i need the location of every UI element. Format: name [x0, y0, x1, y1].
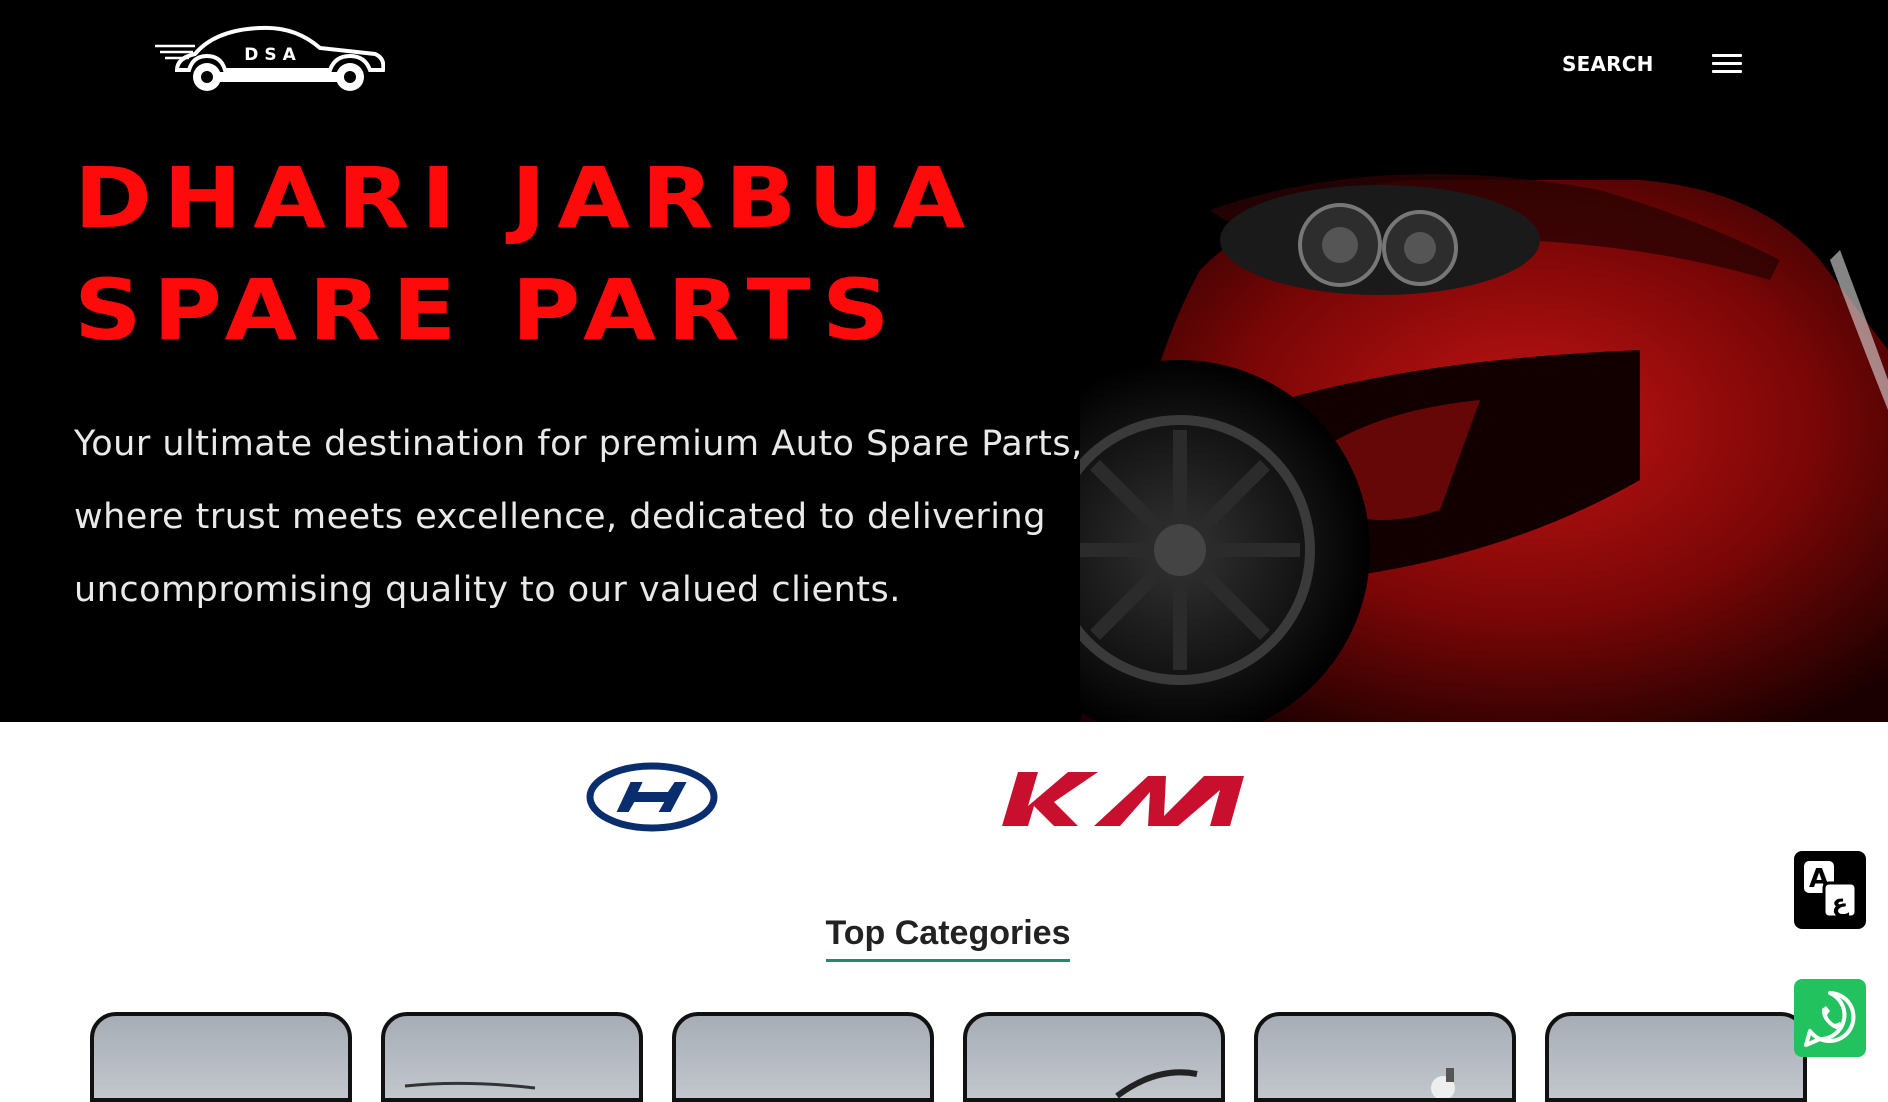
hero-title-line1: DHARI JARBUA	[74, 149, 977, 247]
part-image	[404, 1081, 536, 1090]
whatsapp-icon	[1804, 991, 1856, 1047]
whatsapp-button[interactable]	[1794, 979, 1866, 1057]
top-categories-heading: Top Categories	[825, 914, 1071, 962]
category-card[interactable]	[963, 1012, 1225, 1102]
category-card[interactable]	[1545, 1012, 1807, 1102]
hero-banner: DSA SEARCH DHARI JARBUA SPARE PARTS Your…	[0, 0, 1888, 722]
translate-button[interactable]: A ع	[1794, 851, 1866, 929]
hamburger-menu-icon[interactable]	[1712, 54, 1742, 78]
hero-title-line2: SPARE PARTS	[74, 261, 901, 359]
category-card[interactable]	[1254, 1012, 1516, 1102]
car-image	[1080, 174, 1888, 722]
svg-text:ع: ع	[1832, 889, 1850, 917]
brand-strip	[0, 722, 1888, 872]
part-image	[1115, 1069, 1198, 1098]
top-categories-heading-wrap: Top Categories	[0, 914, 1888, 962]
category-list	[90, 1012, 1810, 1102]
search-link[interactable]: SEARCH	[1562, 52, 1654, 76]
logo-text: DSA	[244, 45, 302, 65]
translate-icon: A ع	[1804, 861, 1858, 919]
kia-logo[interactable]	[998, 766, 1248, 832]
hero-description: Your ultimate destination for premium Au…	[74, 424, 1083, 610]
dsa-logo[interactable]: DSA	[155, 20, 385, 102]
category-card[interactable]	[672, 1012, 934, 1102]
hyundai-logo[interactable]	[586, 762, 718, 832]
category-card[interactable]	[90, 1012, 352, 1102]
category-card[interactable]	[381, 1012, 643, 1102]
hero-title: DHARI JARBUA SPARE PARTS	[74, 142, 977, 366]
part-image	[1431, 1068, 1455, 1098]
